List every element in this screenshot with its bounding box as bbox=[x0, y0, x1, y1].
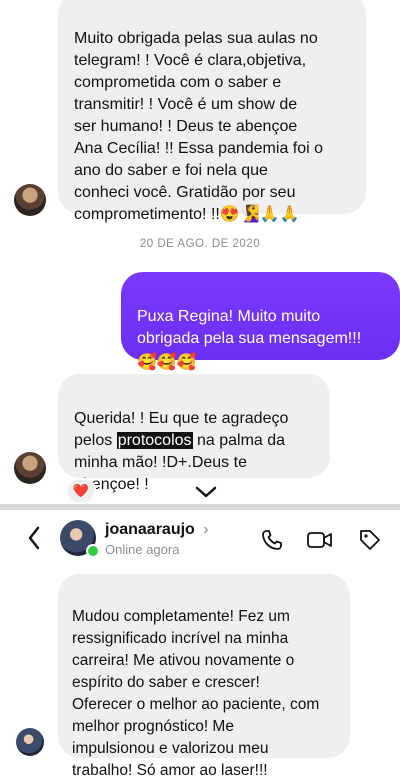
message-text: Mudou completamente! Fez um ressignifica… bbox=[72, 608, 320, 779]
avatar[interactable] bbox=[14, 452, 46, 484]
message-emojis: 😍🧏‍♀️🙏🙏 bbox=[219, 206, 300, 223]
video-call-button[interactable] bbox=[306, 526, 334, 554]
chevron-left-icon bbox=[28, 526, 40, 550]
section-divider bbox=[0, 504, 400, 510]
username: joanaaraujo bbox=[105, 521, 195, 538]
call-button[interactable] bbox=[258, 526, 286, 554]
message-text: Puxa Regina! Muito muito obrigada pela s… bbox=[137, 308, 362, 347]
header-user-info[interactable]: joanaaraujo › Online agora bbox=[105, 521, 209, 557]
message-bubble-outgoing[interactable]: Puxa Regina! Muito muito obrigada pela s… bbox=[121, 272, 400, 371]
tag-icon bbox=[360, 530, 380, 550]
heart-reaction[interactable]: ❤️ bbox=[66, 478, 96, 504]
back-button[interactable] bbox=[20, 524, 48, 552]
online-indicator bbox=[86, 544, 100, 558]
highlighted-text: protocolos bbox=[116, 432, 193, 449]
online-status: Online agora bbox=[105, 542, 180, 557]
avatar[interactable] bbox=[16, 728, 44, 756]
chevron-down-icon bbox=[195, 486, 217, 498]
video-camera-icon bbox=[307, 532, 332, 548]
tag-button[interactable] bbox=[356, 526, 384, 554]
chevron-right-icon: › bbox=[203, 521, 209, 538]
avatar[interactable] bbox=[14, 184, 46, 216]
message-emojis: 🥰🥰🥰 bbox=[137, 354, 197, 371]
message-text: Muito obrigada pelas sua aulas no telegr… bbox=[74, 30, 324, 223]
scroll-down-button[interactable] bbox=[176, 478, 236, 506]
phone-icon bbox=[262, 530, 282, 550]
message-bubble-incoming[interactable]: Querida! ! Eu que te agradeço pelos prot… bbox=[58, 374, 330, 493]
date-separator: 20 DE AGO. DE 2020 bbox=[139, 238, 261, 250]
message-bubble-incoming[interactable]: Muito obrigada pelas sua aulas no telegr… bbox=[58, 0, 366, 223]
message-bubble-incoming[interactable]: Mudou completamente! Fez um ressignifica… bbox=[58, 574, 350, 779]
